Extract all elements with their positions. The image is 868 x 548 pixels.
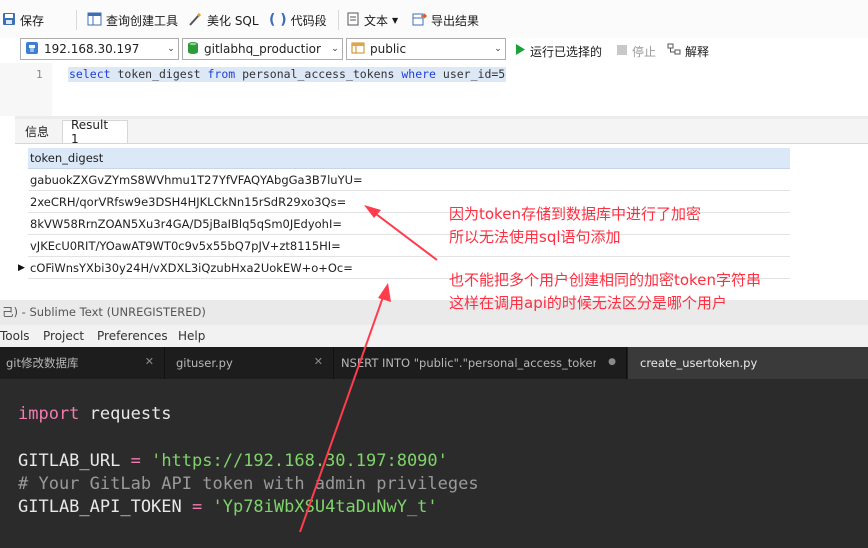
code-text: GITLAB_API_TOKEN: [18, 497, 192, 517]
run-selected-button[interactable]: 运行已选择的: [514, 41, 602, 61]
unsaved-dot-icon: ●: [608, 357, 616, 367]
sql-keyword: select: [69, 67, 111, 81]
window-title: 己) - Sublime Text (UNREGISTERED): [2, 305, 206, 319]
tab-result-label: Result 1: [71, 118, 109, 146]
explain-label: 解释: [685, 44, 710, 59]
tab-info-label: 信息: [25, 125, 50, 139]
toolbar-divider: [338, 10, 339, 30]
code-string: 'Yp78iWbXSU4taDuNwY_t': [202, 497, 438, 517]
code-line-comment: # Your GitLab API token with admin privi…: [18, 474, 479, 494]
connection-value: 192.168.30.197: [44, 42, 140, 56]
chevron-down-icon: ▼: [392, 15, 399, 25]
connection-selector-bar: 192.168.30.197 ⌄ gitlabhq_productior ⌄ p…: [0, 38, 868, 62]
tab-insert-sql[interactable]: NSERT INTO "public"."personal_access_tok…: [335, 347, 627, 379]
server-icon: [25, 41, 39, 58]
snippet-button[interactable]: ( ) 代码段: [269, 10, 327, 30]
tab-gituser-py[interactable]: gituser.py ✕: [166, 347, 334, 379]
code-operator: =: [130, 451, 141, 471]
code-keyword: import: [18, 404, 80, 424]
sql-statement[interactable]: select token_digest from personal_access…: [68, 67, 507, 82]
code-line-import: import requests: [18, 404, 172, 424]
explain-button[interactable]: 解释: [667, 41, 709, 61]
schema-value: public: [370, 42, 407, 56]
tab-label: git修改数据库: [6, 356, 79, 370]
schema-icon: [351, 41, 365, 58]
sql-keyword: from: [207, 67, 236, 81]
code-string: 'https://192.168.30.197:8090': [140, 451, 448, 471]
close-icon[interactable]: ✕: [314, 355, 323, 368]
explain-icon: [667, 43, 681, 59]
tab-git-db[interactable]: git修改数据库 ✕: [0, 347, 165, 379]
text-mode-button[interactable]: 文本 ▼: [347, 10, 398, 30]
annotation-note-1-line-2: 所以无法使用sql语句添加: [449, 228, 621, 246]
menu-project[interactable]: Project: [43, 329, 84, 343]
snippet-label: 代码段: [290, 13, 327, 28]
code-operator: =: [192, 497, 203, 517]
beautify-label: 美化 SQL: [207, 13, 259, 28]
menu-preferences[interactable]: Preferences: [97, 329, 168, 343]
database-value: gitlabhq_productior: [204, 42, 321, 56]
sql-text: user_id=5: [435, 67, 506, 81]
play-icon: [514, 43, 526, 59]
code-text: GITLAB_URL: [18, 451, 131, 471]
query-builder-icon: [87, 12, 102, 29]
tab-label: NSERT INTO "public"."personal_access_tok…: [341, 356, 596, 370]
code-text: requests: [79, 404, 172, 424]
annotation-note-2-line-1: 也不能把多个用户创建相同的加密token字符串: [449, 271, 761, 289]
query-toolbar: 保存 查询创建工具 美化 SQL ( ) 代码段 文本 ▼ 导出结果: [0, 0, 868, 38]
toolbar-divider: [76, 10, 77, 30]
document-icon: [347, 12, 360, 29]
database-select[interactable]: gitlabhq_productior ⌄: [182, 38, 343, 60]
snippet-icon: ( ): [269, 12, 287, 28]
beautify-icon: [188, 12, 203, 29]
menu-help[interactable]: Help: [178, 329, 205, 343]
sql-text: personal_access_tokens: [235, 67, 402, 81]
code-line-url: GITLAB_URL = 'https://192.168.30.197:809…: [18, 451, 448, 471]
table-row[interactable]: gabuokZXGvZYmS8WVhmu1T27YfVFAQYAbgGa3B7l…: [28, 170, 790, 191]
run-selected-label: 运行已选择的: [530, 44, 603, 59]
annotation-note-2-line-2: 这样在调用api的时候无法区分是哪个用户: [449, 294, 727, 312]
save-icon: [2, 12, 16, 29]
sql-keyword: where: [401, 67, 436, 81]
line-number-gutter: [0, 63, 52, 116]
stop-label: 停止: [632, 44, 657, 59]
sublime-menu-bar: Tools Project Preferences Help: [0, 325, 868, 347]
tab-label: create_usertoken.py: [640, 356, 758, 370]
chevron-down-icon: ⌄: [494, 44, 502, 54]
table-row[interactable]: vJKEcU0RIT/YOawAT9WT0c9v5x55bQ7pJV+zt811…: [28, 236, 790, 257]
current-row-marker-icon: ▶: [18, 263, 25, 273]
tab-label: gituser.py: [176, 356, 233, 370]
export-results-button[interactable]: 导出结果: [412, 10, 479, 30]
beautify-sql-button[interactable]: 美化 SQL: [188, 10, 259, 30]
result-tab-bar: [15, 119, 868, 144]
tab-info[interactable]: 信息: [17, 120, 59, 143]
menu-tools[interactable]: Tools: [0, 329, 30, 343]
save-button[interactable]: 保存: [2, 10, 44, 30]
query-builder-button[interactable]: 查询创建工具: [87, 10, 178, 30]
code-line-token: GITLAB_API_TOKEN = 'Yp78iWbXSU4taDuNwY_t…: [18, 497, 438, 517]
chevron-down-icon: ⌄: [331, 44, 339, 54]
line-number: 1: [36, 68, 43, 81]
annotation-note-1-line-1: 因为token存储到数据库中进行了加密: [449, 205, 701, 223]
schema-select[interactable]: public ⌄: [346, 38, 506, 60]
stop-button[interactable]: 停止: [616, 41, 656, 61]
stop-icon: [616, 44, 628, 59]
tab-create-usertoken-py[interactable]: create_usertoken.py: [628, 347, 868, 379]
export-label: 导出结果: [431, 13, 480, 28]
column-header-token-digest[interactable]: token_digest: [28, 148, 790, 169]
text-mode-label: 文本: [364, 13, 389, 28]
chevron-down-icon: ⌄: [167, 44, 175, 54]
database-icon: [187, 41, 199, 58]
tab-result-1[interactable]: Result 1: [62, 118, 128, 146]
connection-select[interactable]: 192.168.30.197 ⌄: [20, 38, 179, 60]
sql-text: token_digest: [110, 67, 208, 81]
sublime-title-bar: 己) - Sublime Text (UNREGISTERED): [0, 300, 868, 325]
close-icon[interactable]: ✕: [145, 355, 154, 368]
export-icon: [412, 12, 428, 29]
save-label: 保存: [20, 13, 45, 28]
query-builder-label: 查询创建工具: [106, 13, 179, 28]
